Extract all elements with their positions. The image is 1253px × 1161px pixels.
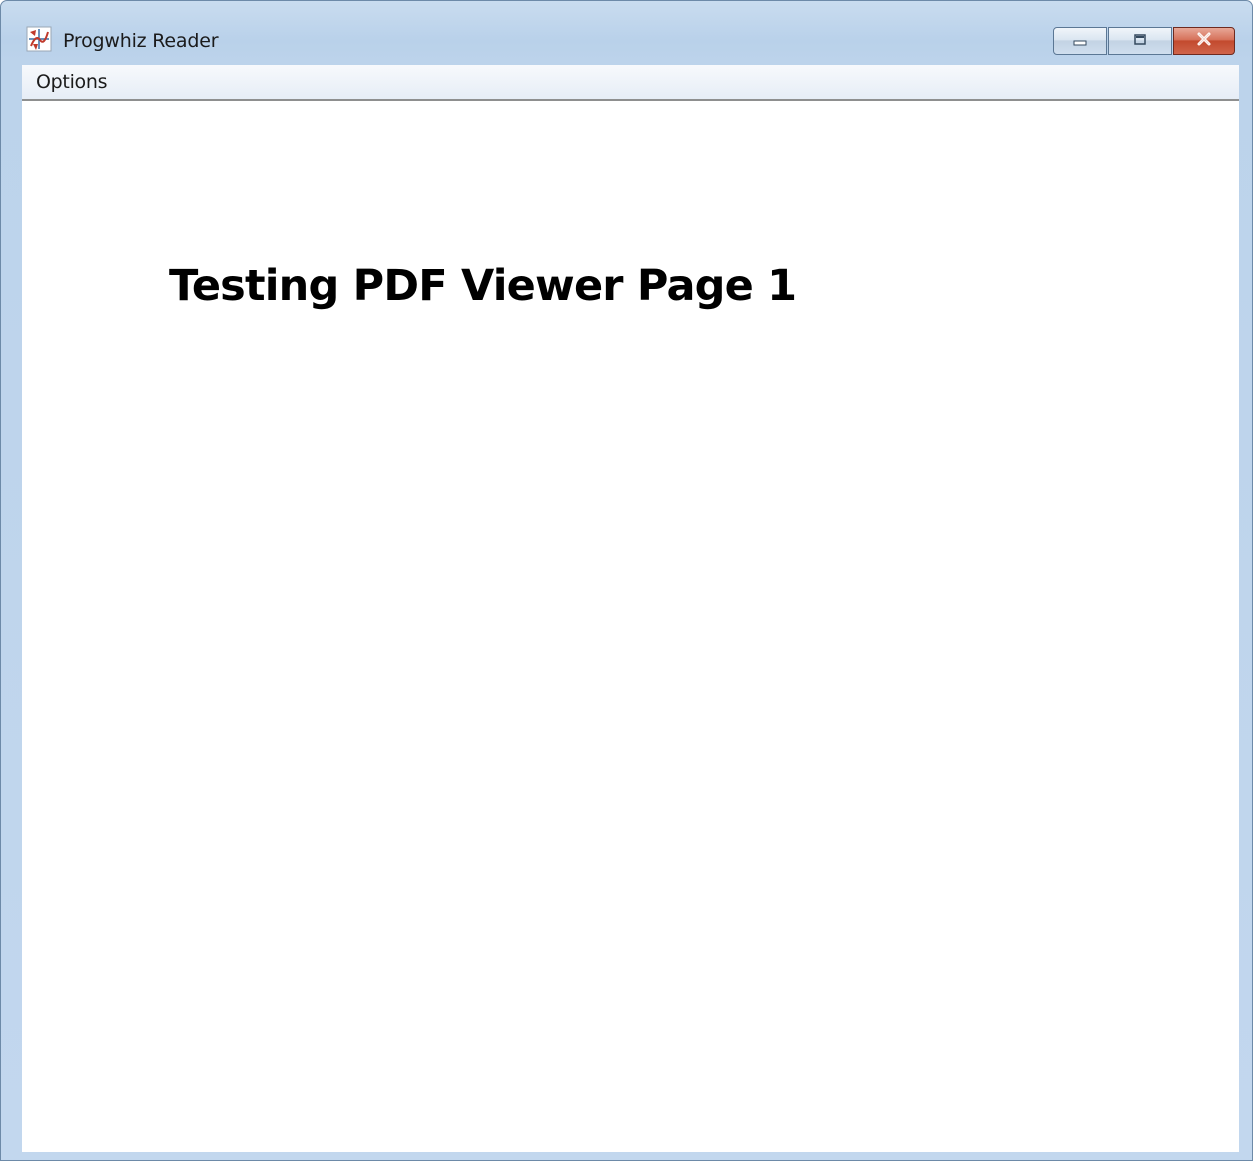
menu-item-options[interactable]: Options — [36, 70, 108, 94]
maximize-icon — [1131, 32, 1149, 51]
menu-bar: Options — [22, 65, 1239, 101]
app-window: Progwhiz Reader Options Testing PDF View… — [0, 0, 1253, 1161]
window-title: Progwhiz Reader — [63, 30, 219, 52]
close-button[interactable] — [1173, 27, 1235, 55]
page-heading: Testing PDF Viewer Page 1 — [169, 261, 797, 311]
close-icon — [1194, 31, 1214, 51]
title-bar[interactable]: Progwhiz Reader — [1, 1, 1252, 61]
minimize-icon — [1071, 32, 1089, 51]
app-icon[interactable] — [26, 26, 52, 52]
maximize-button[interactable] — [1108, 27, 1172, 55]
document-viewport[interactable]: Testing PDF Viewer Page 1 — [22, 101, 1239, 1152]
minimize-button[interactable] — [1053, 27, 1107, 55]
